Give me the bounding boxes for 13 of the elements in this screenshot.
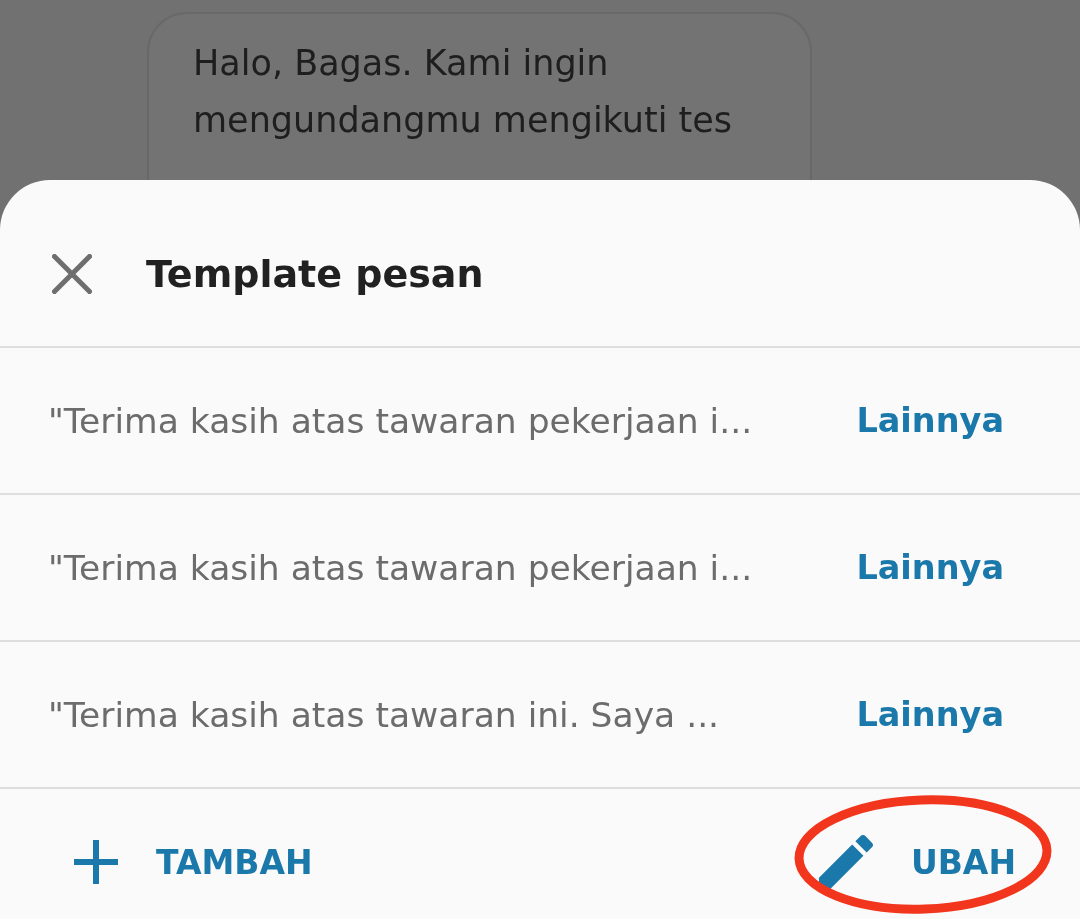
sheet-title: Template pesan [146, 252, 484, 296]
add-button[interactable]: TAMBAH [74, 840, 313, 884]
template-text[interactable]: "Terima kasih atas tawaran ini. Saya ... [48, 694, 720, 735]
template-text[interactable]: "Terima kasih atas tawaran pekerjaan i... [48, 400, 753, 441]
close-button[interactable] [52, 254, 92, 294]
more-link[interactable]: Lainnya [856, 695, 1004, 734]
more-link[interactable]: Lainnya [856, 401, 1004, 440]
more-link[interactable]: Lainnya [856, 548, 1004, 587]
plus-icon [74, 840, 118, 884]
pencil-icon [818, 835, 873, 889]
template-text[interactable]: "Terima kasih atas tawaran pekerjaan i... [48, 547, 753, 588]
message-text: Halo, Bagas. Kami ingin mengundangmu mengikuti tes [193, 42, 734, 142]
close-icon [52, 254, 92, 294]
